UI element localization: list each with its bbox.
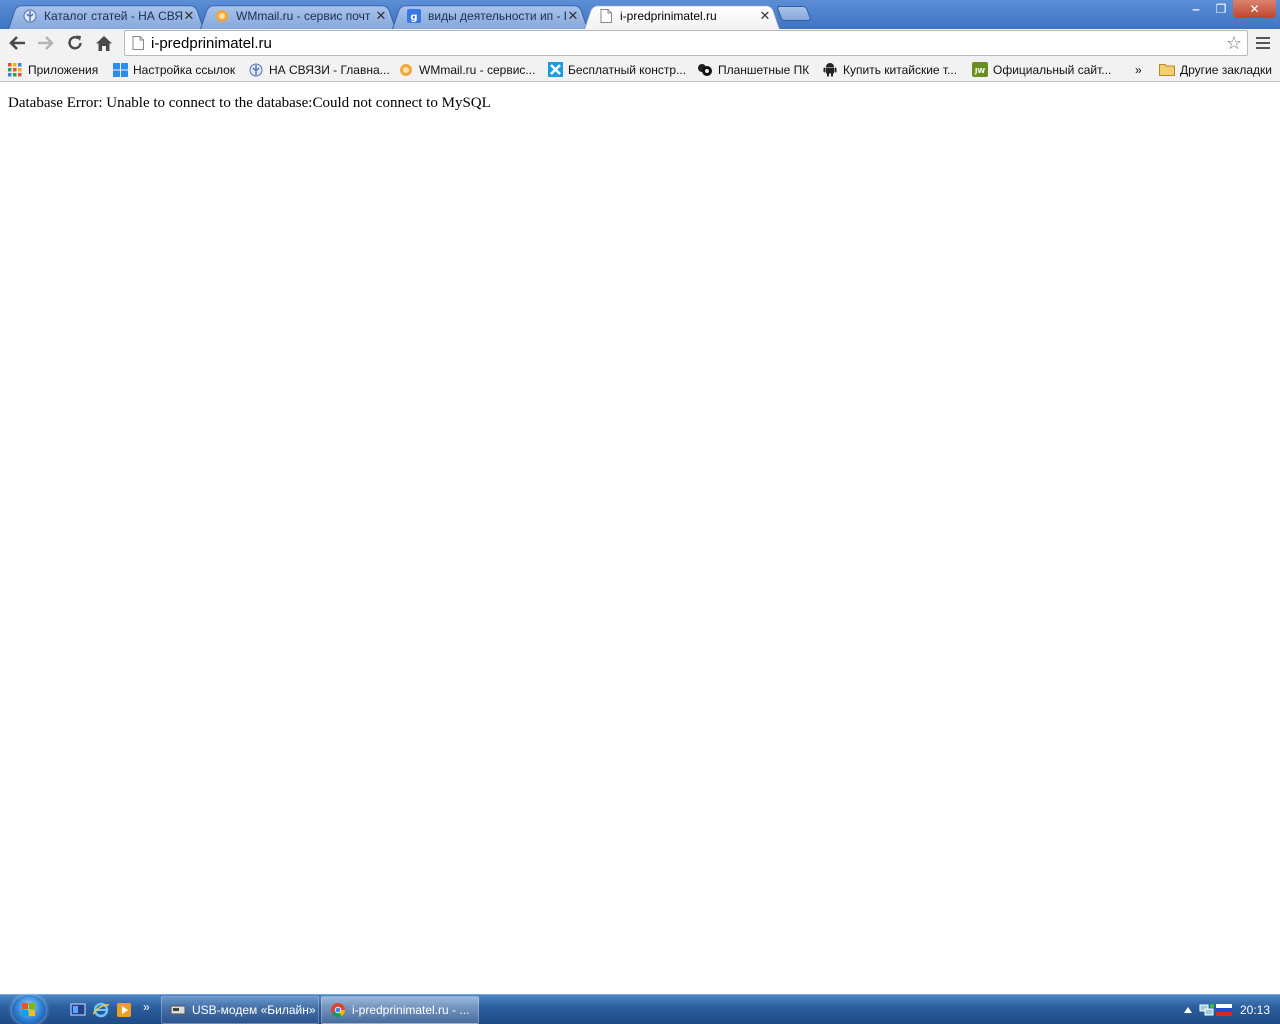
tab-close-icon[interactable]: ✕ bbox=[566, 8, 580, 24]
nasvyazi-icon bbox=[22, 8, 38, 24]
taskbar-item-label: i-predprinimatel.ru - ... bbox=[352, 1003, 470, 1017]
tablet-icon bbox=[697, 62, 713, 78]
bookmark-label: Настройка ссылок bbox=[133, 62, 236, 77]
bookmark-link-settings[interactable]: Настройка ссылок bbox=[112, 61, 235, 78]
maximize-button[interactable]: ❐ bbox=[1209, 0, 1233, 18]
chevron-double-right-icon: » bbox=[1135, 62, 1142, 77]
svg-text:g: g bbox=[410, 12, 417, 23]
bookmark-label: Другие закладки bbox=[1180, 62, 1272, 77]
folder-icon bbox=[1159, 62, 1175, 78]
quicklaunch-more-button[interactable]: » bbox=[143, 998, 150, 1016]
bookmark-official-site[interactable]: JW Официальный сайт... bbox=[972, 61, 1111, 78]
tab-title: WMmail.ru - сервис почт bbox=[236, 9, 371, 23]
page-info-icon[interactable] bbox=[125, 36, 151, 50]
jw-icon: JW bbox=[972, 62, 988, 78]
bookmark-label: WMmail.ru - сервис... bbox=[419, 62, 536, 77]
bookmarks-bar: Приложения Настройка ссылок НА СВЯЗИ - Г… bbox=[0, 57, 1280, 82]
url-text[interactable]: i-predprinimatel.ru bbox=[151, 35, 1221, 52]
bookmark-label: Бесплатный констр... bbox=[568, 62, 687, 77]
tab-google-search[interactable]: g виды деятельности ип - П ✕ bbox=[392, 3, 588, 29]
tab-close-icon[interactable]: ✕ bbox=[374, 8, 388, 24]
bookmark-star-icon[interactable]: ☆ bbox=[1221, 33, 1247, 54]
tab-wmmail[interactable]: WMmail.ru - сервис почт ✕ bbox=[200, 3, 396, 29]
database-error-message: Database Error: Unable to connect to the… bbox=[8, 95, 491, 111]
apps-grid-icon bbox=[7, 62, 23, 78]
nasvyazi-icon bbox=[248, 62, 264, 78]
taskbar-item-label: USB-модем «Билайн» bbox=[192, 1003, 316, 1017]
language-flag-icon[interactable] bbox=[1216, 1001, 1232, 1019]
svg-text:JW: JW bbox=[974, 67, 986, 75]
reload-button[interactable] bbox=[63, 32, 87, 54]
internet-explorer-icon[interactable] bbox=[92, 1002, 110, 1018]
tab-title: Каталог статей - НА СВЯЗ bbox=[44, 9, 182, 23]
hamburger-menu-icon bbox=[1253, 37, 1273, 49]
clock-time: 20:13 bbox=[1240, 1003, 1271, 1017]
forward-button[interactable] bbox=[34, 32, 58, 54]
minimize-icon: ‒ bbox=[1192, 2, 1200, 16]
forward-arrow-icon bbox=[38, 36, 54, 50]
bookmark-wmmail[interactable]: WMmail.ru - сервис... bbox=[398, 61, 535, 78]
bookmark-apps[interactable]: Приложения bbox=[7, 61, 98, 78]
back-button[interactable] bbox=[5, 32, 29, 54]
other-bookmarks-folder[interactable]: Другие закладки bbox=[1159, 61, 1272, 78]
start-button[interactable] bbox=[12, 995, 46, 1024]
windows-flag-icon bbox=[112, 62, 128, 78]
chevron-double-right-icon: » bbox=[143, 1000, 150, 1014]
tab-close-icon[interactable]: ✕ bbox=[758, 8, 772, 24]
minimize-button[interactable]: ‒ bbox=[1183, 0, 1209, 18]
google-icon: g bbox=[406, 8, 422, 24]
tab-close-icon[interactable]: ✕ bbox=[182, 8, 196, 24]
chrome-icon bbox=[330, 1002, 346, 1018]
tray-show-hidden-icons[interactable] bbox=[1184, 1001, 1192, 1019]
maximize-icon: ❐ bbox=[1215, 2, 1227, 16]
chrome-menu-button[interactable] bbox=[1253, 34, 1273, 52]
ucoz-icon bbox=[547, 62, 563, 78]
bookmark-label: НА СВЯЗИ - Главна... bbox=[269, 62, 390, 77]
tab-title: i-predprinimatel.ru bbox=[620, 9, 717, 23]
bookmark-chinese-goods[interactable]: Купить китайские т... bbox=[822, 61, 957, 78]
close-window-button[interactable]: ✕ bbox=[1233, 0, 1276, 18]
windows-logo-icon bbox=[22, 1003, 35, 1016]
wmmail-icon bbox=[398, 62, 414, 78]
media-player-icon[interactable] bbox=[116, 1002, 132, 1018]
reload-icon bbox=[68, 35, 82, 50]
bookmark-free-constructor[interactable]: Бесплатный констр... bbox=[547, 61, 686, 78]
modem-icon bbox=[170, 1002, 186, 1018]
home-button[interactable] bbox=[92, 32, 116, 54]
bookmarks-overflow-button[interactable]: » bbox=[1135, 61, 1142, 78]
back-arrow-icon bbox=[9, 36, 25, 50]
new-tab-button[interactable] bbox=[776, 6, 812, 21]
bookmark-tablets[interactable]: Планшетные ПК bbox=[697, 61, 809, 78]
tab-strip: Каталог статей - НА СВЯЗ ✕ WMmail.ru - с… bbox=[0, 0, 1280, 29]
page-icon bbox=[598, 8, 614, 24]
bookmark-label: Планшетные ПК bbox=[718, 62, 810, 77]
bookmark-nasvyazi-main[interactable]: НА СВЯЗИ - Главна... bbox=[248, 61, 390, 78]
taskbar-item-chrome[interactable]: i-predprinimatel.ru - ... bbox=[321, 996, 479, 1024]
system-clock[interactable]: 20:13 bbox=[1240, 1001, 1270, 1019]
home-icon bbox=[96, 35, 112, 51]
android-icon bbox=[822, 62, 838, 78]
show-desktop-icon[interactable] bbox=[70, 1002, 86, 1018]
tab-title: виды деятельности ип - П bbox=[428, 9, 566, 23]
address-bar[interactable]: i-predprinimatel.ru ☆ bbox=[124, 30, 1248, 56]
close-icon: ✕ bbox=[1249, 2, 1260, 16]
network-icon[interactable] bbox=[1199, 1001, 1215, 1019]
browser-toolbar: i-predprinimatel.ru ☆ bbox=[0, 29, 1280, 57]
tab-i-predprinimatel[interactable]: i-predprinimatel.ru ✕ bbox=[584, 3, 780, 29]
bookmark-label: Официальный сайт... bbox=[993, 62, 1112, 77]
tab-nasvyazi-catalog[interactable]: Каталог статей - НА СВЯЗ ✕ bbox=[8, 3, 204, 29]
wmmail-icon bbox=[214, 8, 230, 24]
bookmark-label: Купить китайские т... bbox=[843, 62, 958, 77]
bookmark-label: Приложения bbox=[28, 62, 99, 77]
triangle-up-icon bbox=[1184, 1007, 1192, 1013]
page-content: Database Error: Unable to connect to the… bbox=[0, 83, 1280, 995]
taskbar-item-usb-modem[interactable]: USB-модем «Билайн» bbox=[161, 996, 319, 1024]
windows-taskbar: » USB-модем «Билайн» i-predprinimatel.ru… bbox=[0, 994, 1280, 1024]
